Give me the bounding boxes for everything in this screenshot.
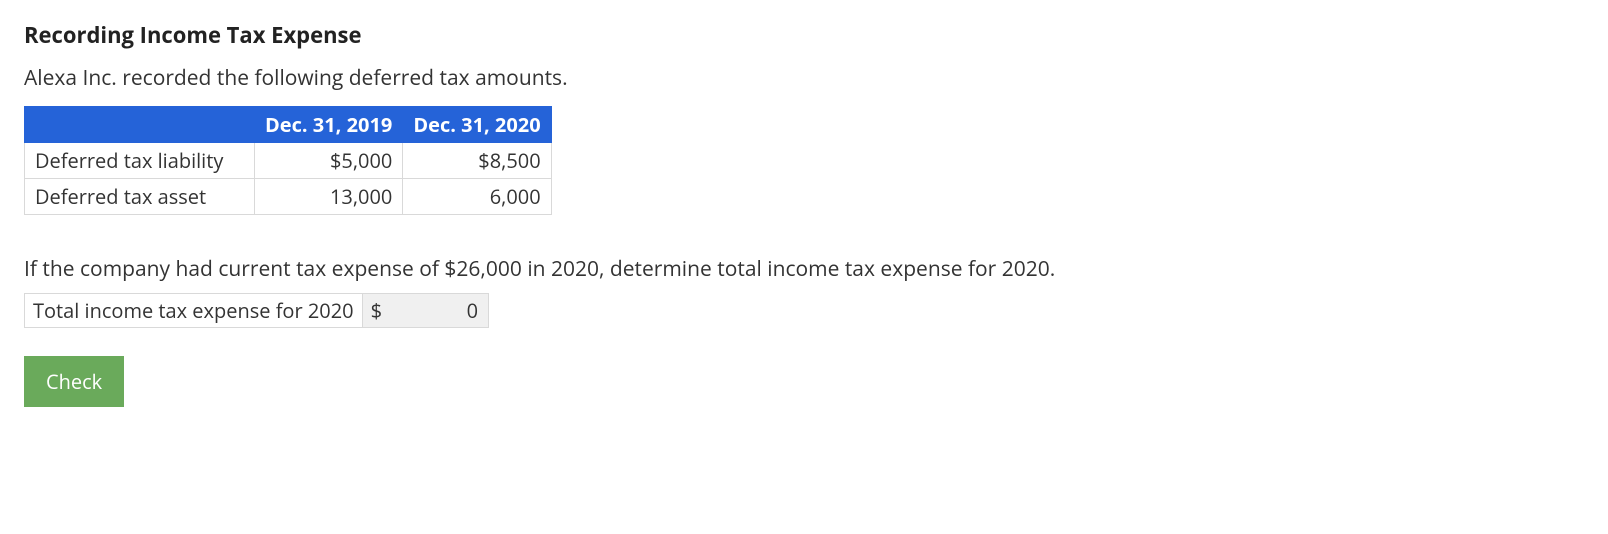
question-text: If the company had current tax expense o… xyxy=(24,255,1584,283)
page-title: Recording Income Tax Expense xyxy=(24,20,1584,50)
row-label: Deferred tax asset xyxy=(25,179,255,215)
cell-2020: 6,000 xyxy=(403,179,551,215)
currency-symbol: $ xyxy=(363,294,388,327)
table-row: Deferred tax asset 13,000 6,000 xyxy=(25,179,552,215)
check-button[interactable]: Check xyxy=(24,356,124,407)
table-header-2020: Dec. 31, 2020 xyxy=(403,107,551,143)
table-header-blank xyxy=(25,107,255,143)
cell-2019: $5,000 xyxy=(255,143,403,179)
cell-2019: 13,000 xyxy=(255,179,403,215)
table-row: Deferred tax liability $5,000 $8,500 xyxy=(25,143,552,179)
table-header-2019: Dec. 31, 2019 xyxy=(255,107,403,143)
row-label: Deferred tax liability xyxy=(25,143,255,179)
cell-2020: $8,500 xyxy=(403,143,551,179)
answer-label: Total income tax expense for 2020 xyxy=(25,294,363,328)
deferred-tax-table: Dec. 31, 2019 Dec. 31, 2020 Deferred tax… xyxy=(24,106,552,215)
answer-table: Total income tax expense for 2020 $ xyxy=(24,293,489,328)
intro-text: Alexa Inc. recorded the following deferr… xyxy=(24,64,1584,92)
answer-input[interactable] xyxy=(388,294,488,327)
